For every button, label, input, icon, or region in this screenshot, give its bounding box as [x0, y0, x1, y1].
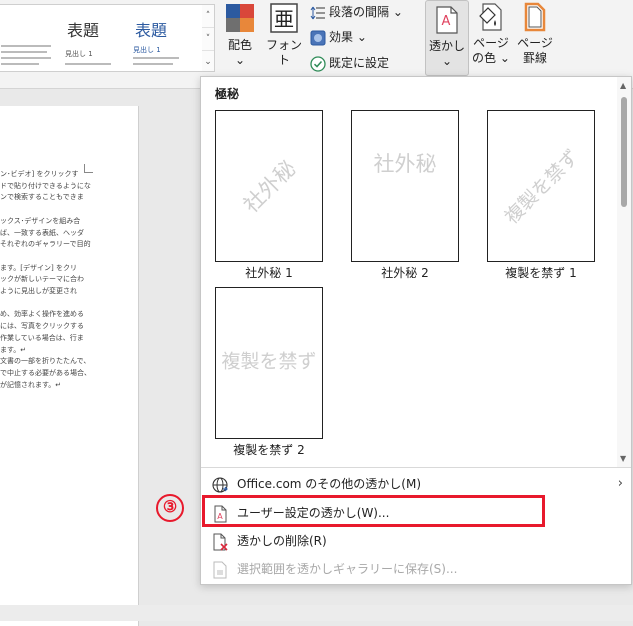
document-line: ドで貼り付けできるようにな: [0, 181, 91, 190]
svg-text:A: A: [442, 14, 451, 29]
document-line: ば、一致する表紙、ヘッダ: [0, 228, 84, 237]
watermark-preview-text: 社外秘: [238, 155, 301, 218]
colors-button[interactable]: 配色 ⌄: [222, 2, 258, 68]
page-color-label: ページ: [473, 36, 509, 50]
watermark-preview: 社外秘: [351, 110, 459, 262]
page-borders-label: ページ: [517, 36, 553, 50]
colors-icon: [226, 4, 254, 32]
document-line: で中止する必要がある場合、: [0, 368, 91, 377]
save-to-gallery-icon: [211, 561, 229, 579]
document-line: ます。↵: [0, 345, 27, 354]
document-line: には、写真をクリックする: [0, 322, 84, 331]
style-heading: 見出し 1: [65, 50, 93, 58]
watermark-option-label: 複製を禁ず 1: [505, 266, 577, 280]
watermark-option-do-not-copy-1[interactable]: 複製を禁ず 複製を禁ず 1: [487, 110, 597, 281]
style-thumb-1[interactable]: [0, 5, 57, 71]
page-borders-icon: [524, 2, 546, 32]
document-line: が記憶されます。↵: [0, 380, 62, 389]
style-thumb-3[interactable]: 表題 見出し 1: [127, 5, 189, 71]
save-selection-menu-item: 選択範囲を透かしギャラリーに保存(S)...: [211, 558, 611, 580]
document-line: ン･ビデオ] をクリックす: [0, 170, 79, 178]
style-title: 表題: [67, 21, 100, 40]
watermark-preview: 複製を禁ず: [487, 110, 595, 262]
effects-icon: [310, 30, 326, 45]
status-strip: [0, 605, 633, 621]
more-watermarks-menu-item[interactable]: Office.com のその他の透かし(M) ›: [211, 473, 623, 495]
page-borders-button[interactable]: ページ 罫線: [514, 2, 556, 66]
paragraph-spacing-icon: [310, 6, 325, 19]
chevron-down-icon: ⌄: [441, 54, 453, 68]
svg-text:亜: 亜: [274, 7, 294, 31]
remove-watermark-label: 透かしの削除(R): [237, 534, 327, 548]
remove-watermark-icon: [211, 533, 229, 551]
more-watermarks-label: Office.com のその他の透かし(M): [237, 477, 422, 491]
set-default-button[interactable]: 既定に設定: [310, 53, 389, 73]
globe-icon: [211, 476, 229, 494]
set-default-label: 既定に設定: [329, 56, 390, 70]
watermark-option-confidential-1[interactable]: 社外秘 社外秘 1: [215, 110, 325, 281]
chevron-right-icon: ›: [617, 476, 623, 491]
document-line: ように見出しが変更され: [0, 287, 77, 295]
save-selection-label: 選択範囲を透かしギャラリーに保存(S)...: [237, 562, 458, 576]
panel-scrollbar[interactable]: ▲ ▼: [617, 77, 631, 467]
watermark-option-do-not-copy-2[interactable]: 複製を禁ず 複製を禁ず 2: [215, 287, 325, 458]
chevron-down-icon: ⌄: [234, 53, 246, 67]
paragraph-spacing-button[interactable]: 段落の間隔 ⌄: [310, 2, 403, 22]
style-title: 表題: [135, 21, 168, 40]
fonts-label: フォント: [265, 38, 302, 67]
document-line: 作業している場合は、行ま: [0, 333, 84, 342]
paragraph-spacing-label: 段落の間隔: [329, 5, 390, 19]
watermark-option-label: 複製を禁ず 2: [233, 443, 305, 457]
document-line: ックが新しいテーマに合わ: [0, 275, 84, 284]
effects-label: 効果: [329, 30, 354, 44]
page-color-label-2: の色 ⌄: [472, 51, 510, 65]
watermark-icon: A: [436, 6, 458, 34]
step-number-badge: ③: [156, 494, 184, 522]
gallery-down-icon[interactable]: ˅: [202, 28, 214, 51]
effects-button[interactable]: 効果 ⌄: [310, 27, 367, 47]
watermark-option-confidential-2[interactable]: 社外秘 社外秘 2: [351, 110, 461, 281]
document-page[interactable]: ン･ビデオ] をクリックすドで貼り付けできるようにな ンで検索することもできま ック…: [0, 106, 139, 626]
page-color-icon: [479, 3, 502, 31]
watermark-button[interactable]: A 透かし ⌄: [425, 0, 469, 76]
scroll-thumb[interactable]: [621, 97, 627, 207]
scroll-up-icon[interactable]: ▲: [620, 81, 626, 90]
watermark-preview-text: 複製を禁ず: [500, 145, 584, 229]
page-borders-label-2: 罫線: [522, 51, 547, 65]
panel-header: 極秘: [215, 87, 240, 101]
watermark-preview-text: 複製を禁ず: [221, 350, 317, 373]
watermark-option-label: 社外秘 1: [245, 266, 293, 280]
scroll-down-icon[interactable]: ▼: [620, 454, 626, 463]
watermark-preview-text: 社外秘: [373, 152, 437, 176]
check-circle-icon: [310, 55, 326, 72]
colors-label: 配色: [227, 38, 252, 52]
gallery-up-icon[interactable]: ˄: [202, 5, 214, 28]
watermark-preview: 社外秘: [215, 110, 323, 262]
document-line: 文書の一部を折りたたんで、: [0, 357, 91, 366]
document-line: ンで検索することもできま: [0, 193, 84, 202]
watermark-preview: 複製を禁ず: [215, 287, 323, 439]
watermark-label: 透かし: [428, 39, 465, 53]
document-line: それぞれのギャラリーで目的: [0, 240, 91, 249]
gallery-more-icon[interactable]: ⌄: [202, 51, 214, 73]
remove-watermark-menu-item[interactable]: 透かしの削除(R): [211, 530, 611, 552]
gallery-scroll[interactable]: ˄ ˅ ⌄: [202, 4, 215, 72]
document-line: ックス･デザインを組み合: [0, 216, 81, 225]
highlight-box: [202, 495, 545, 527]
style-thumb-2[interactable]: 表題 見出し 1: [59, 5, 121, 71]
watermark-option-label: 社外秘 2: [381, 266, 429, 280]
page-color-button[interactable]: ページ の色 ⌄: [470, 2, 512, 66]
document-line: ます。[デザイン] をクリ: [0, 263, 77, 272]
fonts-button[interactable]: 亜 フォント ⌄: [264, 2, 304, 83]
fonts-icon: 亜: [270, 3, 298, 33]
document-line: め、効率よく操作を進める: [0, 310, 84, 319]
divider: [201, 467, 631, 468]
style-heading: 見出し 1: [133, 46, 161, 54]
style-gallery[interactable]: 表題 見出し 1 表題 見出し 1: [0, 4, 204, 72]
